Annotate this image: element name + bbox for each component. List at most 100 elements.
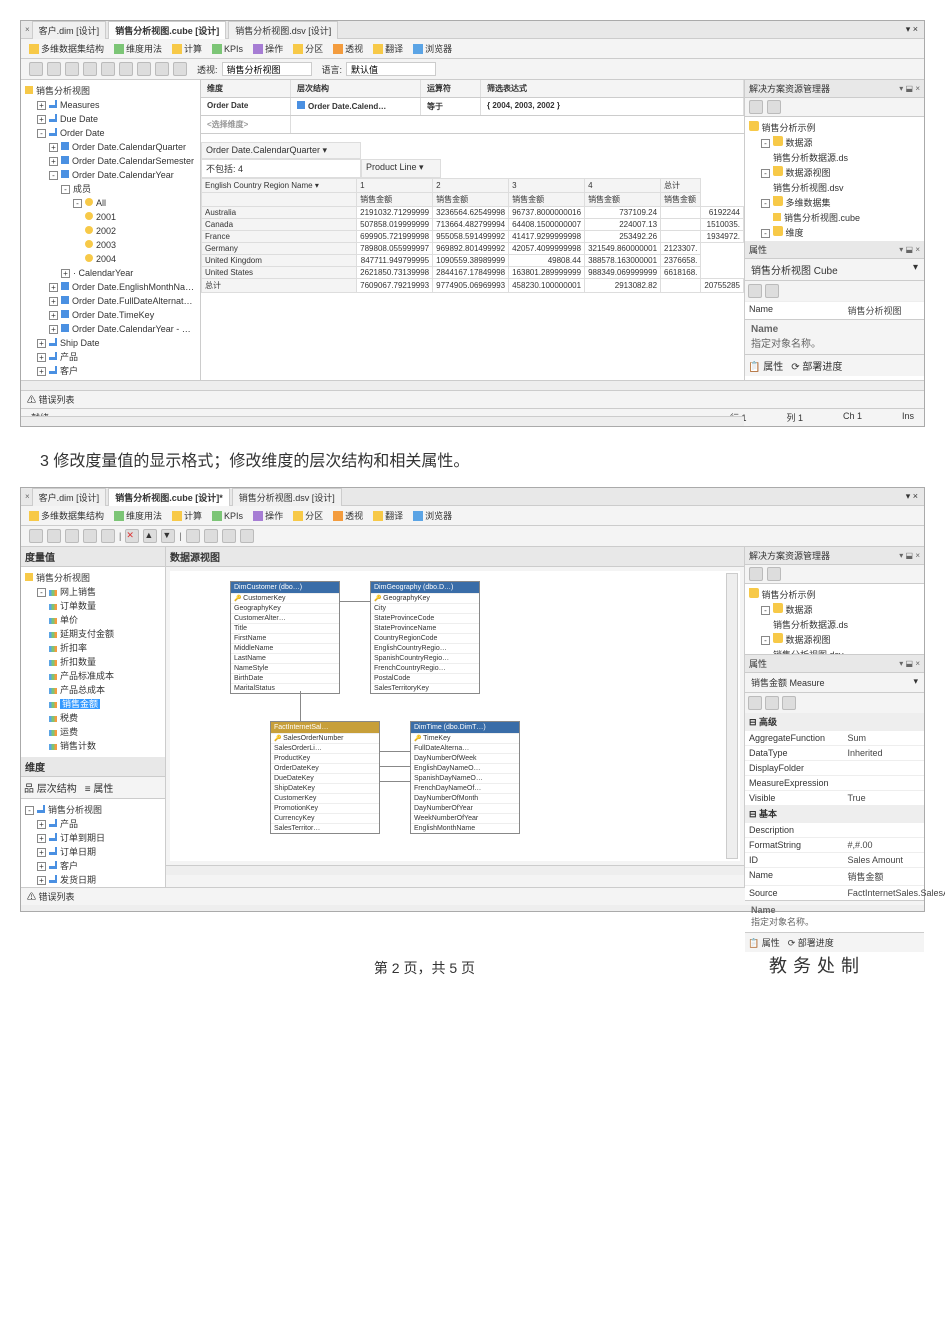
tree-node[interactable]: 订单数量 bbox=[25, 599, 161, 613]
prop-object[interactable]: 销售分析视图 Cube▾ bbox=[745, 259, 924, 281]
table-column[interactable]: BirthDate bbox=[231, 673, 339, 683]
table-column[interactable]: CustomerAlter… bbox=[231, 613, 339, 623]
show-all-icon[interactable] bbox=[767, 100, 781, 114]
panel-controls-icon[interactable]: ▾ ⬓ × bbox=[899, 551, 920, 560]
tab-close-left[interactable]: × bbox=[25, 492, 30, 501]
tb-excel-icon[interactable] bbox=[65, 62, 79, 76]
tb-actions[interactable]: 操作 bbox=[253, 509, 283, 522]
tab-close-controls[interactable]: ▾ × bbox=[906, 491, 918, 502]
tree-node[interactable]: 折扣数量 bbox=[25, 655, 161, 669]
tb-down-icon[interactable]: ▼ bbox=[161, 529, 175, 543]
prop-pages-icon[interactable] bbox=[782, 696, 796, 710]
tree-node[interactable]: +Order Date.TimeKey bbox=[25, 308, 196, 322]
table-column[interactable]: Title bbox=[231, 623, 339, 633]
pivot-row[interactable]: France699905.721999998955058.59149999241… bbox=[202, 231, 744, 243]
tb-kpi[interactable]: KPIs bbox=[212, 44, 243, 54]
table-column[interactable]: CurrencyKey bbox=[271, 813, 379, 823]
table-column[interactable]: FrenchCountryRegio… bbox=[371, 663, 479, 673]
tb-browser[interactable]: 浏览器 bbox=[413, 42, 452, 55]
table-column[interactable]: FullDateAlterna… bbox=[411, 743, 519, 753]
bottom-tab-properties[interactable]: 📋 属性 bbox=[748, 358, 783, 373]
bottom-tab-deploy[interactable]: ⟳ 部署进度 bbox=[791, 358, 842, 373]
table-column[interactable]: SalesOrderNumber bbox=[271, 733, 379, 743]
table-column[interactable]: GeographyKey bbox=[231, 603, 339, 613]
tab-close-left[interactable]: × bbox=[25, 25, 30, 34]
tb-dim-usage[interactable]: 维度用法 bbox=[114, 42, 162, 55]
bottom-tab-deploy[interactable]: ⟳ 部署进度 bbox=[788, 936, 834, 949]
tree-node[interactable]: 销售分析视图.dsv bbox=[749, 181, 920, 196]
tree-node[interactable]: -网上销售 bbox=[25, 585, 161, 599]
table-column[interactable]: ShipDateKey bbox=[271, 783, 379, 793]
tree-node[interactable]: 销售分析数据源.ds bbox=[749, 618, 920, 633]
solution-tree-2[interactable]: 销售分析示例 - 数据源销售分析数据源.ds- 数据源视图销售分析视图.dsv-… bbox=[745, 584, 924, 654]
table-column[interactable]: TimeKey bbox=[411, 733, 519, 743]
prop-cat-icon[interactable] bbox=[748, 284, 762, 298]
pivot-row[interactable]: Canada507858.019999999713664.48279999464… bbox=[202, 219, 744, 231]
prop-row[interactable]: AggregateFunctionSum bbox=[745, 730, 924, 745]
prop-row[interactable]: Description bbox=[745, 822, 924, 837]
prop-category[interactable]: ⊟ 高级 bbox=[745, 713, 924, 730]
table-column[interactable]: MaritalStatus bbox=[231, 683, 339, 693]
property-grid[interactable]: ⊟ 高级AggregateFunctionSumDataTypeInherite… bbox=[745, 713, 924, 900]
tree-node[interactable]: +· CalendarYear bbox=[25, 266, 196, 280]
tb-help-icon[interactable] bbox=[173, 62, 187, 76]
pivot-row[interactable]: United Kingdom847711.9497999951090559.38… bbox=[202, 255, 744, 267]
tree-node[interactable]: 产品总成本 bbox=[25, 683, 161, 697]
pivot-row[interactable]: Australia2191032.712999993236564.6254999… bbox=[202, 207, 744, 219]
pivot-row-field[interactable]: English Country Region Name ▾ bbox=[202, 179, 357, 193]
panel-controls-icon[interactable]: ▾ ⬓ × bbox=[899, 84, 920, 93]
tree-node[interactable]: - 数据源视图 bbox=[749, 166, 920, 181]
prop-az-icon[interactable] bbox=[765, 284, 779, 298]
tab-cube[interactable]: 销售分析视图.cube [设计]* bbox=[108, 488, 230, 506]
table-column[interactable]: EnglishMonthName bbox=[411, 823, 519, 833]
tb-tree-icon[interactable] bbox=[83, 529, 97, 543]
pivot-row[interactable]: 总计7609067.792199939774905.06969993458230… bbox=[202, 279, 744, 293]
dim-tab-attributes[interactable]: ≡ 属性 bbox=[85, 780, 114, 795]
tb-perspectives[interactable]: 透视 bbox=[333, 42, 363, 55]
tree-node[interactable]: 2003 bbox=[25, 238, 196, 252]
tb-partitions[interactable]: 分区 bbox=[293, 509, 323, 522]
dsv-diagram[interactable]: 数据源视图 DimCustomer (dbo…) CustomerKeyGeog… bbox=[166, 547, 744, 887]
tree-node[interactable]: 销售金额 bbox=[25, 697, 161, 711]
tree-node[interactable]: 延期支付金额 bbox=[25, 627, 161, 641]
tb-dim-usage[interactable]: 维度用法 bbox=[114, 509, 162, 522]
filter-row-1[interactable]: Order Date Order Date.Calend… 等于 { 2004,… bbox=[201, 98, 744, 116]
tb-new-measure-icon[interactable] bbox=[47, 529, 61, 543]
tb-translations[interactable]: 翻译 bbox=[373, 42, 403, 55]
table-column[interactable]: DayNumberOfYear bbox=[411, 803, 519, 813]
tree-node[interactable]: - 数据源 bbox=[749, 603, 920, 618]
perspective-select[interactable] bbox=[222, 62, 312, 76]
tb-translations[interactable]: 翻译 bbox=[373, 509, 403, 522]
table-column[interactable]: City bbox=[371, 603, 479, 613]
table-column[interactable]: EnglishDayNameO… bbox=[411, 763, 519, 773]
tree-node[interactable]: 单价 bbox=[25, 613, 161, 627]
table-column[interactable]: LastName bbox=[231, 653, 339, 663]
tree-node[interactable]: +产品 bbox=[25, 817, 161, 831]
refresh-icon[interactable] bbox=[749, 567, 763, 581]
table-column[interactable]: SpanishDayNameO… bbox=[411, 773, 519, 783]
tree-node[interactable]: - 数据源视图 bbox=[749, 633, 920, 648]
table-column[interactable]: OrderDateKey bbox=[271, 763, 379, 773]
table-column[interactable]: DueDateKey bbox=[271, 773, 379, 783]
table-factinternetsales[interactable]: FactInternetSal… SalesOrderNumberSalesOr… bbox=[270, 721, 380, 834]
tb-browser[interactable]: 浏览器 bbox=[413, 509, 452, 522]
tb-show-table-icon[interactable] bbox=[186, 529, 200, 543]
tree-node[interactable]: +Ship Date bbox=[25, 336, 196, 350]
tree-node[interactable]: 2001 bbox=[25, 210, 196, 224]
prop-row[interactable]: FormatString#,#.00 bbox=[745, 837, 924, 852]
dim-tab-hierarchy[interactable]: 品 层次结构 bbox=[24, 780, 77, 795]
tree-node[interactable]: +Due Date bbox=[25, 112, 196, 126]
filter-row-empty[interactable]: <选择维度> bbox=[201, 116, 744, 134]
tree-node[interactable]: -成员 bbox=[25, 182, 196, 196]
table-column[interactable]: SalesTerritor… bbox=[271, 823, 379, 833]
tree-node[interactable]: 销售分析数据源.ds bbox=[749, 151, 920, 166]
tb-grid-icon[interactable] bbox=[101, 529, 115, 543]
tree-root[interactable]: 销售分析视图 bbox=[25, 84, 196, 98]
error-list-tab[interactable]: ⚠ 错误列表 bbox=[21, 390, 924, 408]
tree-node[interactable]: +客户 bbox=[25, 364, 196, 378]
tb-new-dim-icon[interactable] bbox=[65, 529, 79, 543]
tab-customer-dim[interactable]: 客户.dim [设计] bbox=[32, 488, 107, 506]
tb-find-icon[interactable] bbox=[222, 529, 236, 543]
tab-customer-dim[interactable]: 客户.dim [设计] bbox=[32, 21, 107, 39]
tb-refresh-icon[interactable] bbox=[29, 62, 43, 76]
